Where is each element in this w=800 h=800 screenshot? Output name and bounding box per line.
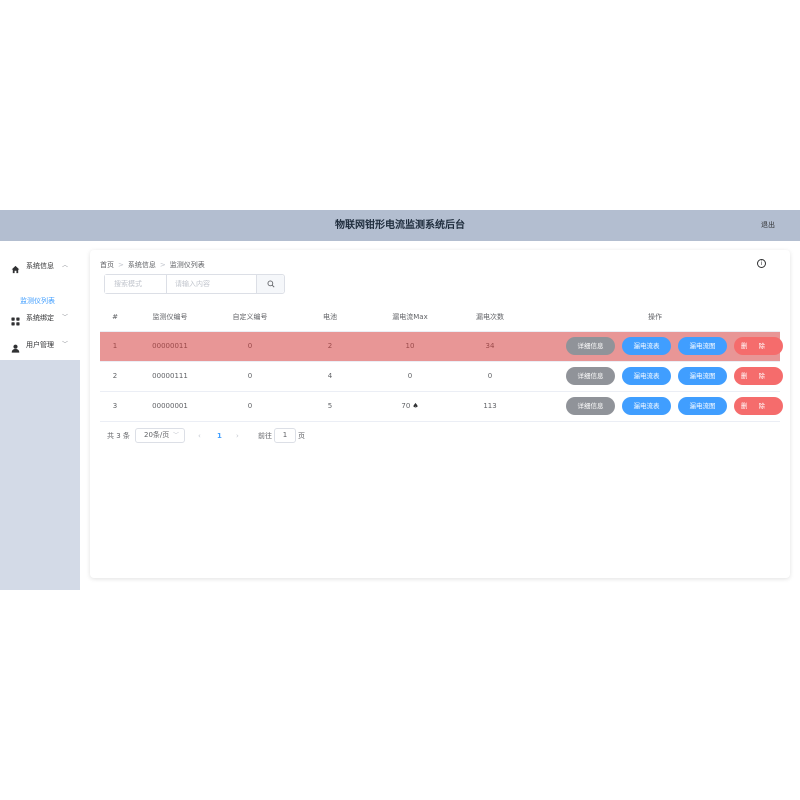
cell-device-no: 00000111	[130, 361, 210, 392]
breadcrumb-home[interactable]: 首页	[100, 261, 114, 269]
search-mode-select[interactable]: 搜索模式	[105, 275, 167, 293]
delete-button[interactable]: 删除	[734, 397, 783, 415]
main-card: 首页>系统信息>监测仪列表 i 搜索模式 # 监测仪编号 自定义编号 电池	[90, 250, 790, 578]
column-header-battery: 电池	[290, 303, 370, 332]
prev-page-button[interactable]: ‹	[198, 428, 201, 444]
home-icon	[11, 262, 20, 274]
cell-leak-max: 10	[370, 331, 450, 362]
cell-battery: 4	[290, 361, 370, 392]
table-header-row: # 监测仪编号 自定义编号 电池 漏电流Max 漏电次数 操作	[100, 303, 780, 332]
leak-table-button[interactable]: 漏电流表	[622, 367, 671, 385]
chevron-up-icon: ︿	[62, 262, 69, 269]
breadcrumb-separator: >	[159, 261, 166, 269]
cell-leak-count: 34	[450, 331, 530, 362]
cell-custom-no: 0	[210, 391, 290, 422]
column-header-leak-count: 漏电次数	[450, 303, 530, 332]
cell-actions: 详细信息 漏电流表 漏电流图 删除	[530, 331, 783, 362]
cell-device-no: 00000001	[130, 391, 210, 422]
column-header-leak-max: 漏电流Max	[370, 303, 450, 332]
cell-device-no: 00000011	[130, 331, 210, 362]
table-row[interactable]: 1 00000011 0 2 10 34 详细信息 漏电流表 漏电流图 删除	[100, 331, 783, 362]
sidebar-item-label: 用户管理	[26, 341, 54, 349]
cell-battery: 2	[290, 331, 370, 362]
cell-index: 3	[100, 391, 130, 422]
column-header-actions: 操作	[530, 303, 780, 332]
breadcrumb: 首页 > 系统信息 > 监测仪列表	[100, 260, 205, 270]
detail-button[interactable]: 详细信息	[566, 367, 615, 385]
detail-button[interactable]: 详细信息	[566, 397, 615, 415]
sidebar-item-label: 系统信息	[26, 262, 54, 270]
app-title: 物联网钳形电流监测系统后台	[335, 220, 465, 231]
column-header-custom-no: 自定义编号	[210, 303, 290, 332]
search-button[interactable]	[256, 275, 284, 293]
detail-button[interactable]: 详细信息	[566, 337, 615, 355]
sidebar-item-system-binding[interactable]: 系统绑定 ﹀	[0, 308, 80, 328]
spade-icon: ♠	[412, 402, 419, 410]
column-header-index: #	[100, 303, 130, 332]
page-size-select[interactable]: 20条/页 ﹀	[135, 428, 185, 443]
breadcrumb-current: 监测仪列表	[169, 261, 205, 269]
leak-chart-button[interactable]: 漏电流图	[678, 397, 727, 415]
goto-page-input[interactable]: 1	[274, 428, 296, 443]
sidebar-item-user-management[interactable]: 用户管理 ﹀	[0, 335, 80, 355]
breadcrumb-system-info[interactable]: 系统信息	[128, 261, 156, 269]
info-icon[interactable]: i	[757, 259, 766, 268]
chevron-down-icon: ﹀	[172, 432, 179, 439]
breadcrumb-separator: >	[118, 261, 124, 269]
search-input[interactable]	[168, 275, 258, 293]
app: 物联网钳形电流监测系统后台 退出 系统信息 ︿ 监测仪列表 系统绑定 ﹀ 用户管…	[0, 210, 800, 590]
table-row[interactable]: 3 00000001 0 5 70 ♠ 113 详细信息 漏电流表 漏电流图 删除	[100, 391, 783, 422]
cell-leak-max: 70 ♠	[370, 391, 450, 422]
sidebar-item-label: 系统绑定	[26, 314, 54, 322]
grid-icon	[11, 314, 20, 326]
user-icon	[11, 341, 20, 353]
sidebar-item-system-info[interactable]: 系统信息 ︿	[0, 256, 80, 276]
next-page-button[interactable]: ›	[236, 428, 239, 444]
cell-index: 2	[100, 361, 130, 392]
leak-chart-button[interactable]: 漏电流图	[678, 337, 727, 355]
goto-label: 前往	[258, 432, 272, 440]
leak-table-button[interactable]: 漏电流表	[622, 397, 671, 415]
page-unit-label: 页	[298, 432, 305, 440]
cell-leak-max: 0	[370, 361, 450, 392]
column-header-device-no: 监测仪编号	[130, 303, 210, 332]
cell-leak-count: 0	[450, 361, 530, 392]
leak-chart-button[interactable]: 漏电流图	[678, 367, 727, 385]
delete-button[interactable]: 删除	[734, 367, 783, 385]
leak-table-button[interactable]: 漏电流表	[622, 337, 671, 355]
cell-leak-count: 113	[450, 391, 530, 422]
sidebar-menu: 系统信息 ︿ 监测仪列表 系统绑定 ﹀ 用户管理 ﹀	[0, 241, 80, 360]
page-number-current[interactable]: 1	[217, 428, 222, 444]
cell-actions: 详细信息 漏电流表 漏电流图 删除	[530, 391, 783, 422]
cell-actions: 详细信息 漏电流表 漏电流图 删除	[530, 361, 783, 392]
logout-link[interactable]: 退出	[761, 210, 775, 241]
search-bar: 搜索模式	[104, 274, 285, 294]
cell-index: 1	[100, 331, 130, 362]
leak-max-value: 70	[401, 402, 411, 410]
delete-button[interactable]: 删除	[734, 337, 783, 355]
chevron-down-icon: ﹀	[62, 341, 69, 348]
cell-battery: 5	[290, 391, 370, 422]
sidebar: 系统信息 ︿ 监测仪列表 系统绑定 ﹀ 用户管理 ﹀	[0, 241, 80, 590]
search-icon	[267, 280, 275, 290]
chevron-down-icon: ﹀	[62, 314, 69, 321]
page-size-value: 20条/页	[144, 431, 170, 439]
top-header: 物联网钳形电流监测系统后台 退出	[0, 210, 800, 241]
cell-custom-no: 0	[210, 361, 290, 392]
table-row[interactable]: 2 00000111 0 4 0 0 详细信息 漏电流表 漏电流图 删除	[100, 361, 783, 392]
cell-custom-no: 0	[210, 331, 290, 362]
device-table: # 监测仪编号 自定义编号 电池 漏电流Max 漏电次数 操作 1 000000…	[100, 303, 783, 422]
pagination-total: 共 3 条	[107, 432, 130, 440]
